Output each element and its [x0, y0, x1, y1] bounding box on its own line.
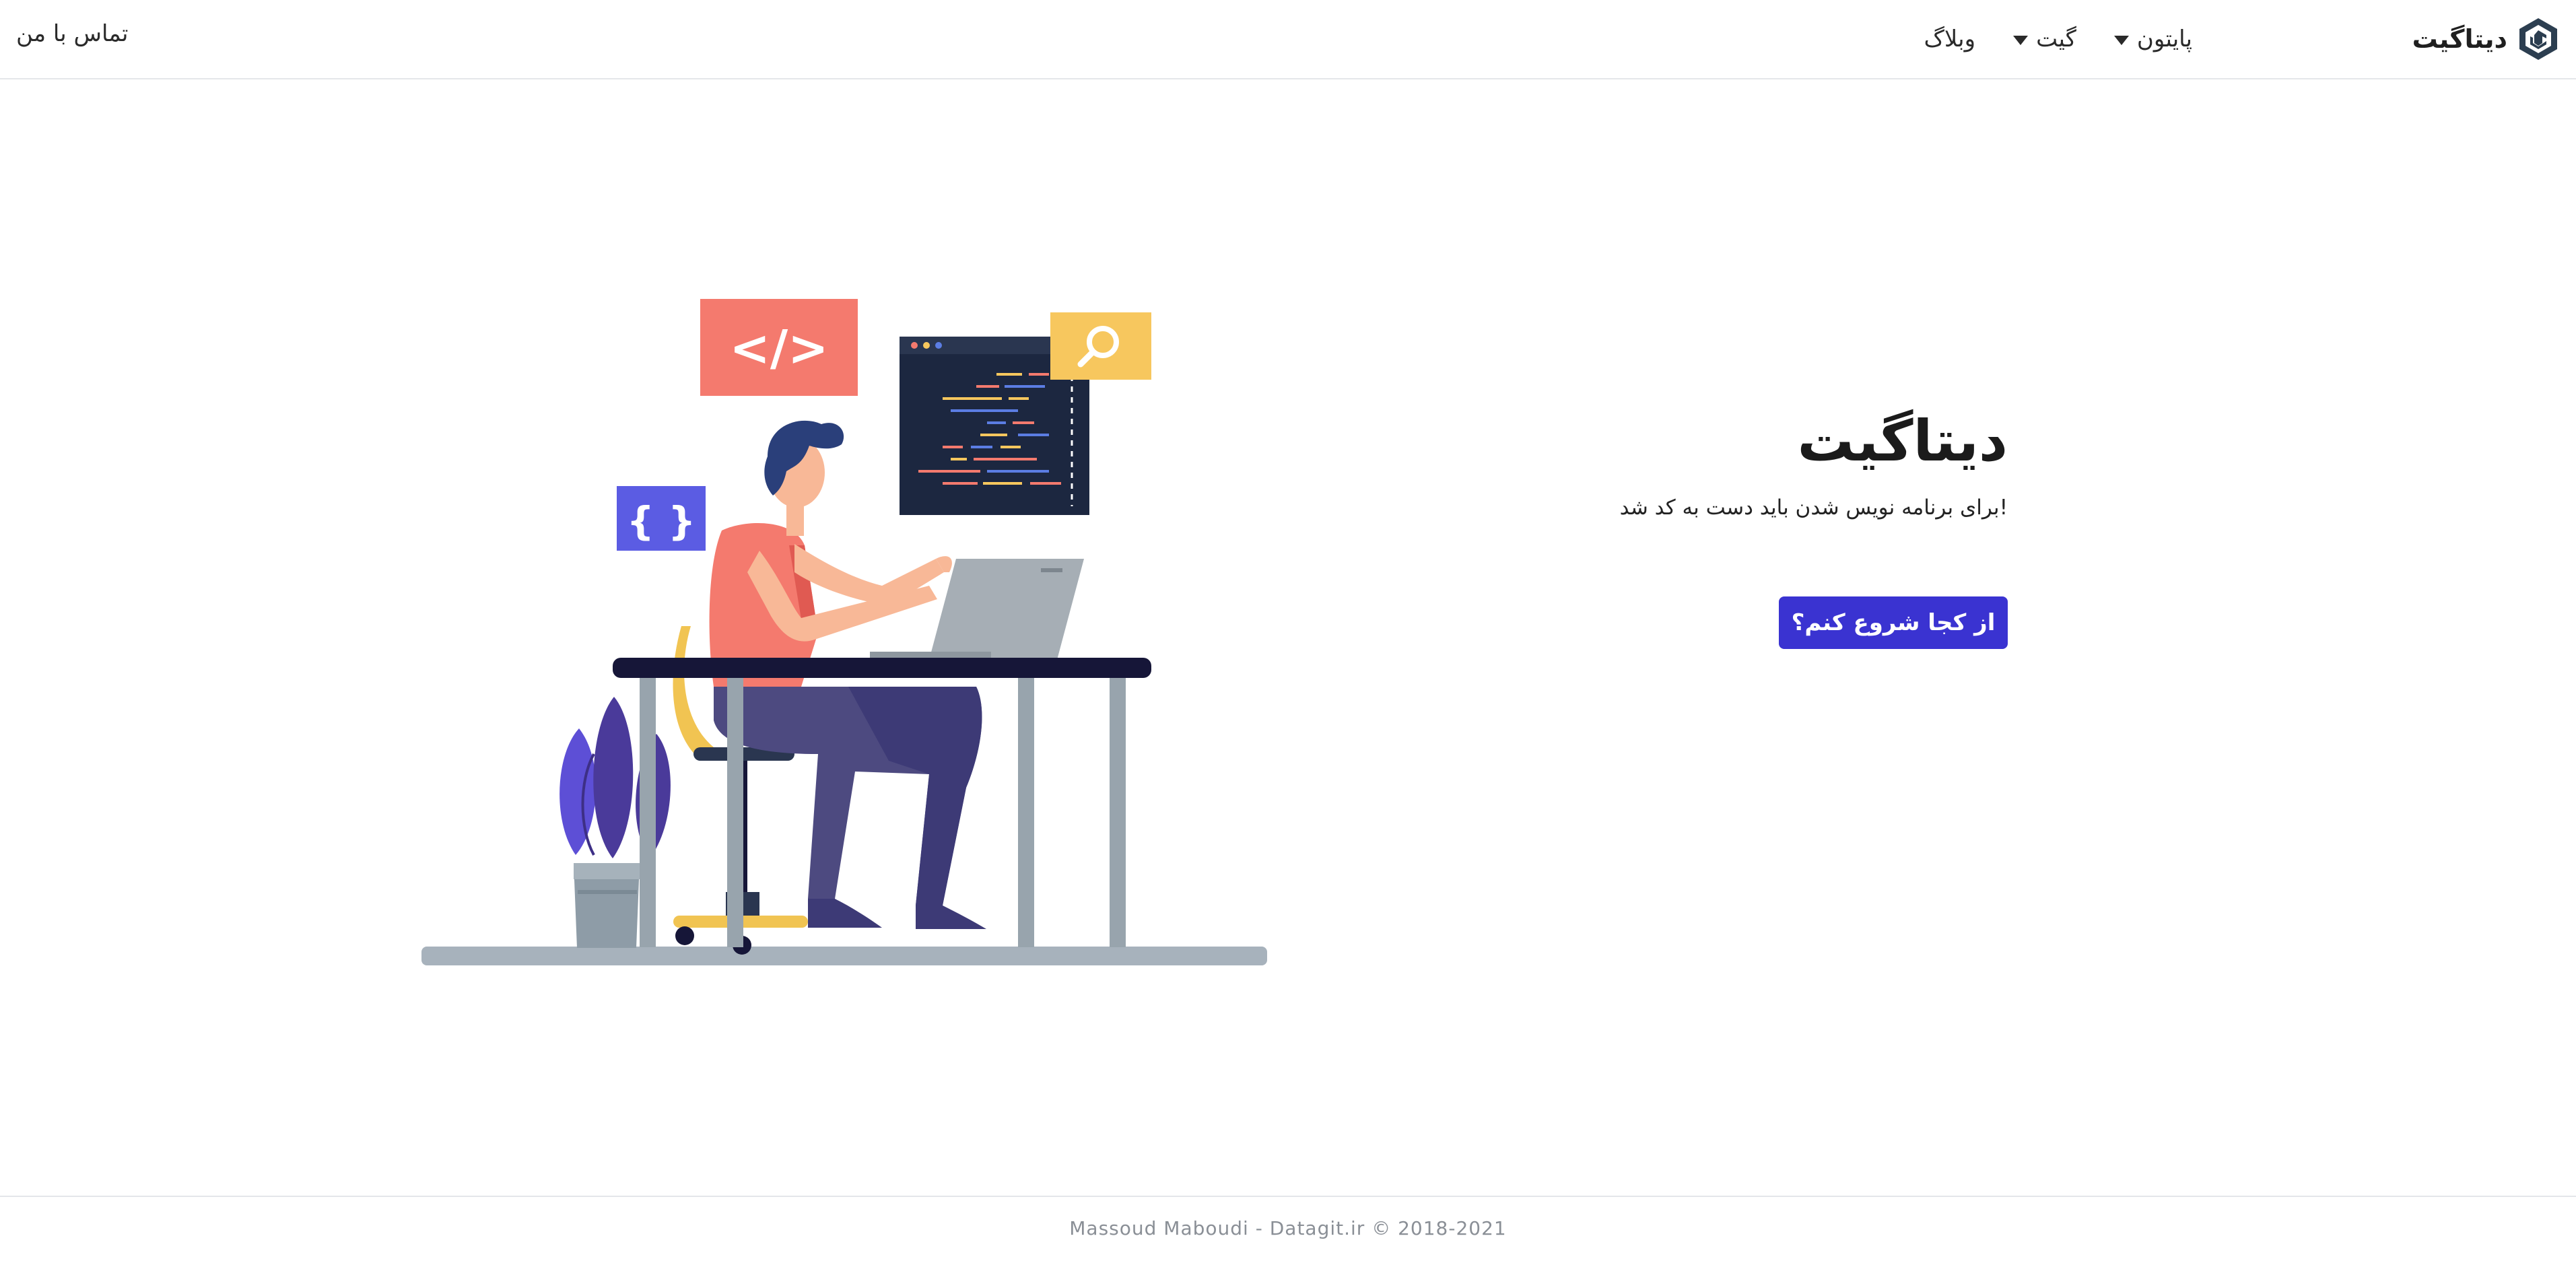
footer-divider	[0, 1196, 2576, 1197]
nav-python-dropdown[interactable]: پایتون	[2113, 26, 2192, 53]
datagit-logo-icon	[2519, 18, 2557, 60]
hero-section: دیتاگیت برای برنامه نویس شدن باید دست به…	[1456, 404, 2008, 522]
main-menu: پایتون گیت وبلاگ	[1924, 20, 2192, 58]
code-sign-text: </>	[730, 320, 829, 376]
nav-git-dropdown[interactable]: گیت	[2013, 26, 2076, 53]
brand-name: دیتاگیت	[2412, 24, 2507, 54]
nav-git-label: گیت	[2036, 26, 2076, 53]
developer-illustration: </> { }	[421, 299, 1267, 965]
chevron-down-icon	[2113, 36, 2129, 45]
hero-subtitle: برای برنامه نویس شدن باید دست به کد شد!	[1619, 495, 2008, 520]
chevron-down-icon	[2013, 36, 2029, 45]
nav-python-label: پایتون	[2136, 26, 2192, 53]
code-sign-card: </>	[700, 299, 858, 396]
braces-card: { }	[617, 486, 706, 551]
nav-contact-link[interactable]: تماس با من	[16, 20, 129, 47]
footer-copyright: Massoud Maboudi - Datagit.ir © 2018-2021	[1069, 1217, 1507, 1239]
search-card	[1050, 312, 1151, 380]
get-started-button[interactable]: از کجا شروع کنم؟	[1779, 596, 2008, 649]
nav-blog-link[interactable]: وبلاگ	[1924, 26, 1975, 53]
hero-title: دیتاگیت	[1797, 408, 2008, 474]
brand-link[interactable]: دیتاگیت	[2412, 15, 2560, 63]
nav-blog-label: وبلاگ	[1924, 26, 1976, 53]
top-navbar: دیتاگیت پایتون گیت وبلاگ تماس با من	[0, 0, 2576, 79]
braces-sign-text: { }	[627, 498, 696, 544]
